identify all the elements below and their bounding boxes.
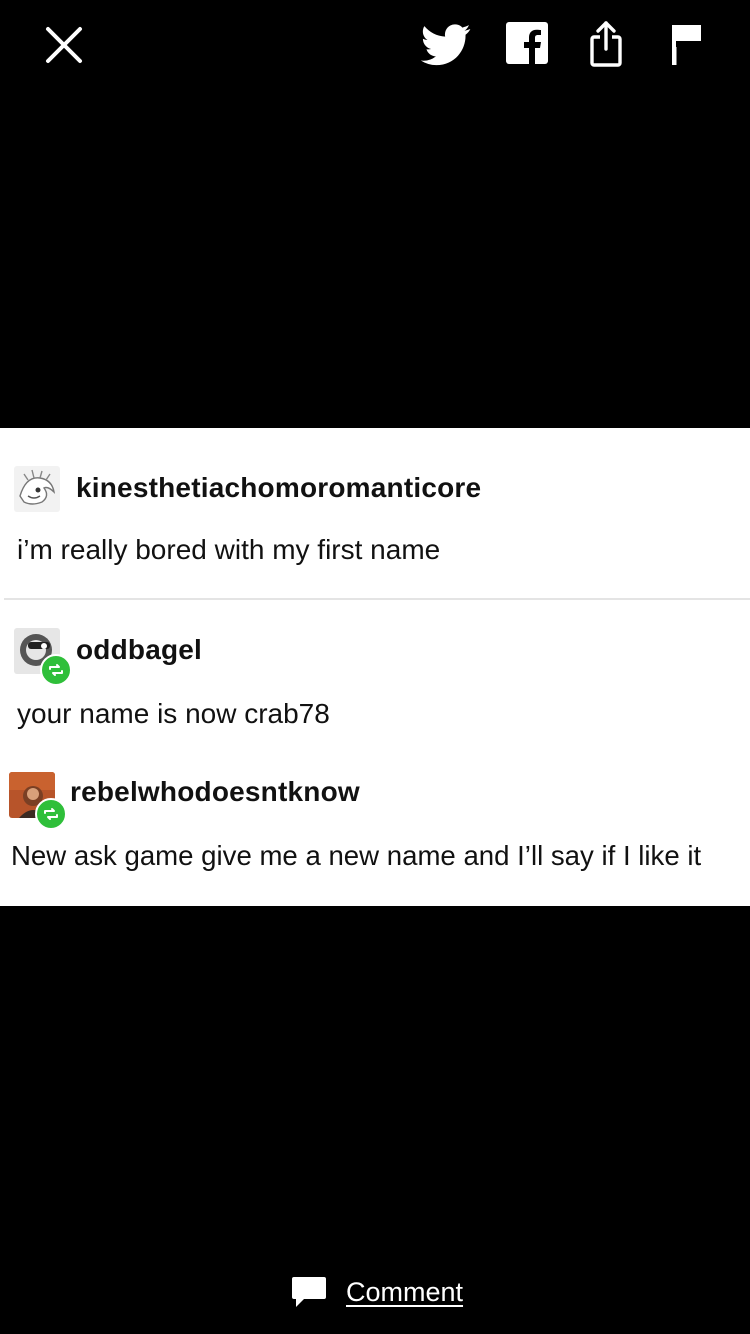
- username[interactable]: kinesthetiachomoromanticore: [76, 472, 481, 504]
- report-flag-button[interactable]: [666, 22, 706, 66]
- comment-button[interactable]: Comment: [290, 1272, 463, 1312]
- post-entry: oddbagel your name is now crab78: [0, 600, 750, 750]
- reblog-badge-icon: [40, 654, 72, 686]
- comment-bar: Comment: [0, 1260, 750, 1320]
- comment-bubble-icon: [292, 1277, 326, 1307]
- share-button[interactable]: [584, 18, 628, 70]
- facebook-icon: [506, 22, 548, 64]
- post-entry: kinesthetiachomoromanticore i’m really b…: [0, 428, 750, 600]
- share-icon: [590, 21, 622, 67]
- close-icon: [46, 27, 82, 63]
- username[interactable]: oddbagel: [76, 634, 202, 666]
- close-button[interactable]: [40, 22, 88, 68]
- flag-icon: [672, 25, 701, 65]
- post-text: New ask game give me a new name and I’ll…: [11, 840, 702, 871]
- twitter-icon: [420, 24, 471, 66]
- top-toolbar: [0, 0, 750, 90]
- post-text: your name is now crab78: [17, 698, 330, 729]
- username[interactable]: rebelwhodoesntknow: [70, 776, 360, 808]
- reblog-badge-icon: [35, 798, 67, 830]
- facebook-share-button[interactable]: [504, 20, 550, 66]
- avatar: [14, 466, 60, 512]
- post-text: i’m really bored with my first name: [17, 534, 441, 565]
- twitter-share-button[interactable]: [418, 22, 474, 68]
- post-image: kinesthetiachomoromanticore i’m really b…: [0, 428, 750, 906]
- post-entry: rebelwhodoesntknow New ask game give me …: [0, 750, 750, 906]
- comment-label[interactable]: Comment: [346, 1277, 463, 1308]
